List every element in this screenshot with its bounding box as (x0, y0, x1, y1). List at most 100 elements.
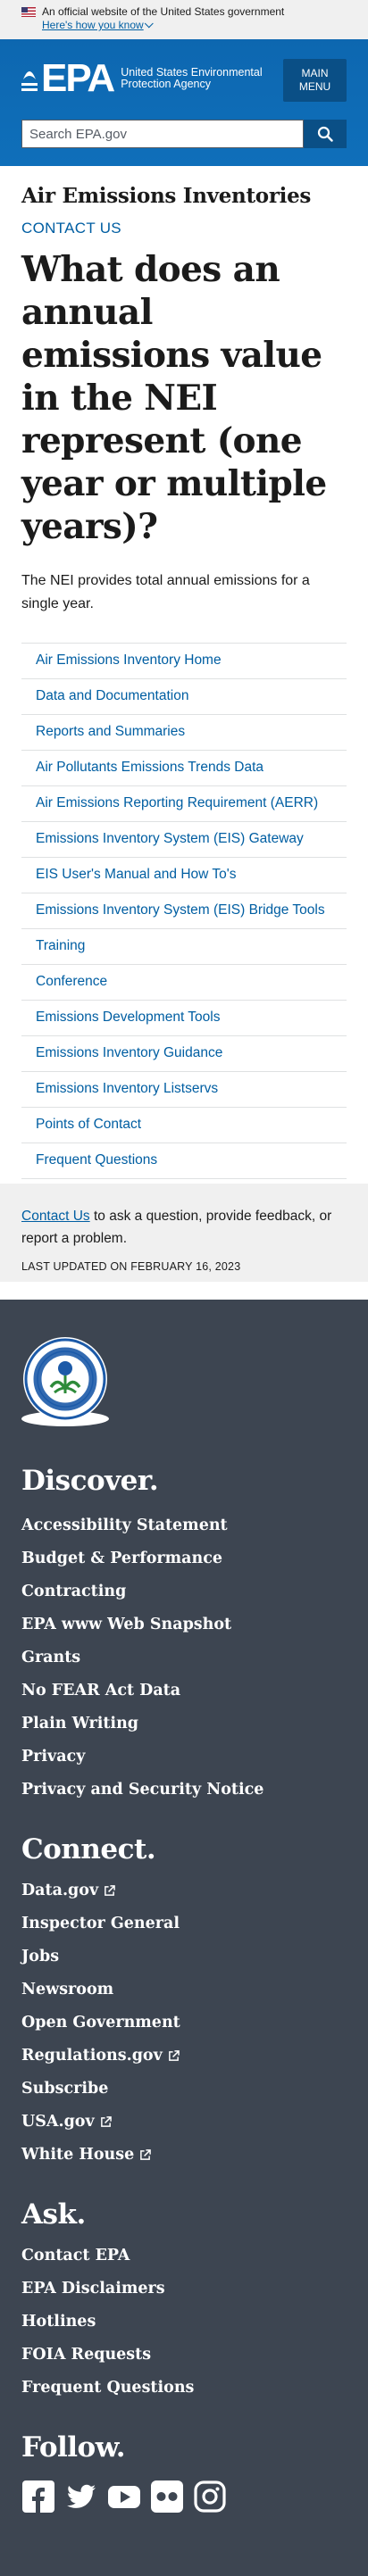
footer-link-plain-writing[interactable]: Plain Writing (21, 1708, 138, 1741)
us-flag-icon (21, 7, 36, 17)
flickr-link[interactable] (150, 2480, 184, 2514)
sidenav-item: Air Emissions Reporting Requirement (AER… (21, 786, 347, 822)
flickr-icon (151, 2480, 183, 2513)
main-menu-button[interactable]: MAIN MENU (283, 59, 347, 102)
gov-banner: An official website of the United States… (0, 0, 368, 39)
sidenav-item: Reports and Summaries (21, 715, 347, 751)
sidenav-item: Emissions Inventory Listservs (21, 1072, 347, 1108)
footer-link-foia[interactable]: FOIA Requests (21, 2339, 151, 2372)
footer-link-frequent-questions[interactable]: Frequent Questions (21, 2372, 194, 2405)
youtube-icon (108, 2486, 140, 2508)
sidenav-link-data[interactable]: Data and Documentation (21, 679, 347, 714)
menu-label-line1: MAIN (301, 67, 329, 79)
menu-label-line2: MENU (298, 80, 331, 93)
gov-banner-text: An official website of the United States… (42, 5, 285, 18)
search-icon (317, 126, 333, 142)
instagram-link[interactable] (193, 2480, 227, 2514)
side-navigation: Air Emissions Inventory Home Data and Do… (21, 643, 347, 1179)
external-link-icon (100, 2116, 112, 2127)
footer-link-usa-gov[interactable]: USA.gov (21, 2106, 112, 2139)
sidenav-link-training[interactable]: Training (21, 929, 347, 964)
sidenav-link-conference[interactable]: Conference (21, 965, 347, 1000)
agency-name: United States Environmental Protection A… (121, 66, 263, 90)
sidenav-item: Emissions Development Tools (21, 1001, 347, 1036)
contact-strip: Contact Us to ask a question, provide fe… (0, 1184, 368, 1282)
how-you-know-label: Here's how you know (42, 19, 144, 31)
sidenav-link-faq[interactable]: Frequent Questions (21, 1143, 347, 1178)
connect-heading: Connect. (21, 1833, 156, 1866)
footer-link-white-house[interactable]: White House (21, 2139, 152, 2172)
epa-seal-logo[interactable] (21, 1337, 109, 1426)
youtube-link[interactable] (107, 2480, 141, 2514)
ask-heading: Ask. (21, 2198, 86, 2231)
discover-links: Accessibility Statement Budget & Perform… (21, 1509, 347, 1807)
site-header: EPA United States Environmental Protecti… (0, 39, 368, 166)
footer-link-accessibility[interactable]: Accessibility Statement (21, 1509, 228, 1542)
external-link-icon (105, 1885, 115, 1896)
site-footer: Discover. Accessibility Statement Budget… (0, 1300, 368, 2576)
footer-link-regulations-gov[interactable]: Regulations.gov (21, 2040, 180, 2073)
sidenav-link-bridge-tools[interactable]: Emissions Inventory System (EIS) Bridge … (21, 893, 347, 928)
connect-links: Data.gov Inspector General Jobs Newsroom… (21, 1874, 347, 2172)
sidenav-item: Emissions Inventory Guidance (21, 1036, 347, 1072)
section-title: Air Emissions Inventories (21, 184, 312, 208)
footer-link-contact-epa[interactable]: Contact EPA (21, 2239, 130, 2273)
ask-links: Contact EPA EPA Disclaimers Hotlines FOI… (21, 2239, 347, 2405)
footer-link-contracting[interactable]: Contracting (21, 1575, 126, 1608)
sidenav-link-aerr[interactable]: Air Emissions Reporting Requirement (AER… (21, 786, 347, 821)
sidenav-item: Conference (21, 965, 347, 1001)
footer-link-jobs[interactable]: Jobs (21, 1940, 59, 1974)
footer-link-newsroom[interactable]: Newsroom (21, 1974, 113, 2007)
footer-link-grants[interactable]: Grants (21, 1641, 80, 1674)
sidenav-link-contacts[interactable]: Points of Contact (21, 1108, 347, 1143)
footer-link-hotlines[interactable]: Hotlines (21, 2306, 96, 2339)
sidenav-link-reports[interactable]: Reports and Summaries (21, 715, 347, 750)
main-content: Air Emissions Inventories CONTACT US Wha… (0, 166, 368, 1179)
last-updated: LAST UPDATED ON FEBRUARY 16, 2023 (21, 1260, 241, 1273)
contact-us-link[interactable]: CONTACT US (21, 220, 121, 237)
search-form (21, 120, 347, 148)
footer-link-open-government[interactable]: Open Government (21, 2007, 180, 2040)
search-button[interactable] (304, 120, 347, 148)
sidenav-link-eis-gateway[interactable]: Emissions Inventory System (EIS) Gateway (21, 822, 347, 857)
footer-link-no-fear[interactable]: No FEAR Act Data (21, 1674, 180, 1708)
epa-logo-mark: EPA (21, 56, 115, 100)
epa-logo-letters: EPA (41, 56, 115, 100)
sidenav-item: Emissions Inventory System (EIS) Bridge … (21, 893, 347, 929)
external-link-icon (140, 2149, 152, 2160)
sidenav-item: Points of Contact (21, 1108, 347, 1143)
how-you-know-link[interactable]: Here's how you know (42, 19, 154, 32)
sidenav-item: Data and Documentation (21, 679, 347, 715)
sidenav-link-home[interactable]: Air Emissions Inventory Home (21, 644, 347, 678)
discover-heading: Discover. (21, 1465, 159, 1497)
contact-strip-link[interactable]: Contact Us (21, 1209, 90, 1224)
sidenav-link-guidance[interactable]: Emissions Inventory Guidance (21, 1036, 347, 1071)
facebook-link[interactable] (21, 2480, 55, 2514)
sidenav-link-trends[interactable]: Air Pollutants Emissions Trends Data (21, 751, 347, 785)
footer-link-web-snapshot[interactable]: EPA www Web Snapshot (21, 1608, 231, 1641)
search-input[interactable] (21, 120, 304, 148)
follow-heading: Follow. (21, 2431, 126, 2464)
sidenav-item: Training (21, 929, 347, 965)
footer-link-privacy[interactable]: Privacy (21, 1741, 85, 1774)
sidenav-link-listservs[interactable]: Emissions Inventory Listservs (21, 1072, 347, 1107)
epa-logo[interactable]: EPA United States Environmental Protecti… (21, 59, 272, 98)
intro-paragraph: The NEI provides total annual emissions … (21, 573, 310, 611)
footer-link-data-gov[interactable]: Data.gov (21, 1874, 115, 1907)
footer-link-inspector-general[interactable]: Inspector General (21, 1907, 180, 1940)
sidenav-link-eis-manual[interactable]: EIS User's Manual and How To's (21, 858, 347, 893)
footer-link-subscribe[interactable]: Subscribe (21, 2073, 108, 2106)
chevron-down-icon (144, 19, 154, 29)
footer-link-disclaimers[interactable]: EPA Disclaimers (21, 2273, 165, 2306)
sidenav-item: Frequent Questions (21, 1143, 347, 1179)
sidenav-link-dev-tools[interactable]: Emissions Development Tools (21, 1001, 347, 1035)
sidenav-item: Air Pollutants Emissions Trends Data (21, 751, 347, 786)
page-title: What does an annual emissions value in t… (21, 249, 327, 547)
contact-strip-text: Contact Us to ask a question, provide fe… (21, 1205, 347, 1250)
footer-link-privacy-security[interactable]: Privacy and Security Notice (21, 1774, 263, 1807)
twitter-link[interactable] (64, 2480, 98, 2514)
footer-link-budget[interactable]: Budget & Performance (21, 1542, 222, 1575)
facebook-icon (22, 2480, 54, 2513)
sidenav-item: Emissions Inventory System (EIS) Gateway (21, 822, 347, 858)
external-link-icon (168, 2050, 180, 2061)
